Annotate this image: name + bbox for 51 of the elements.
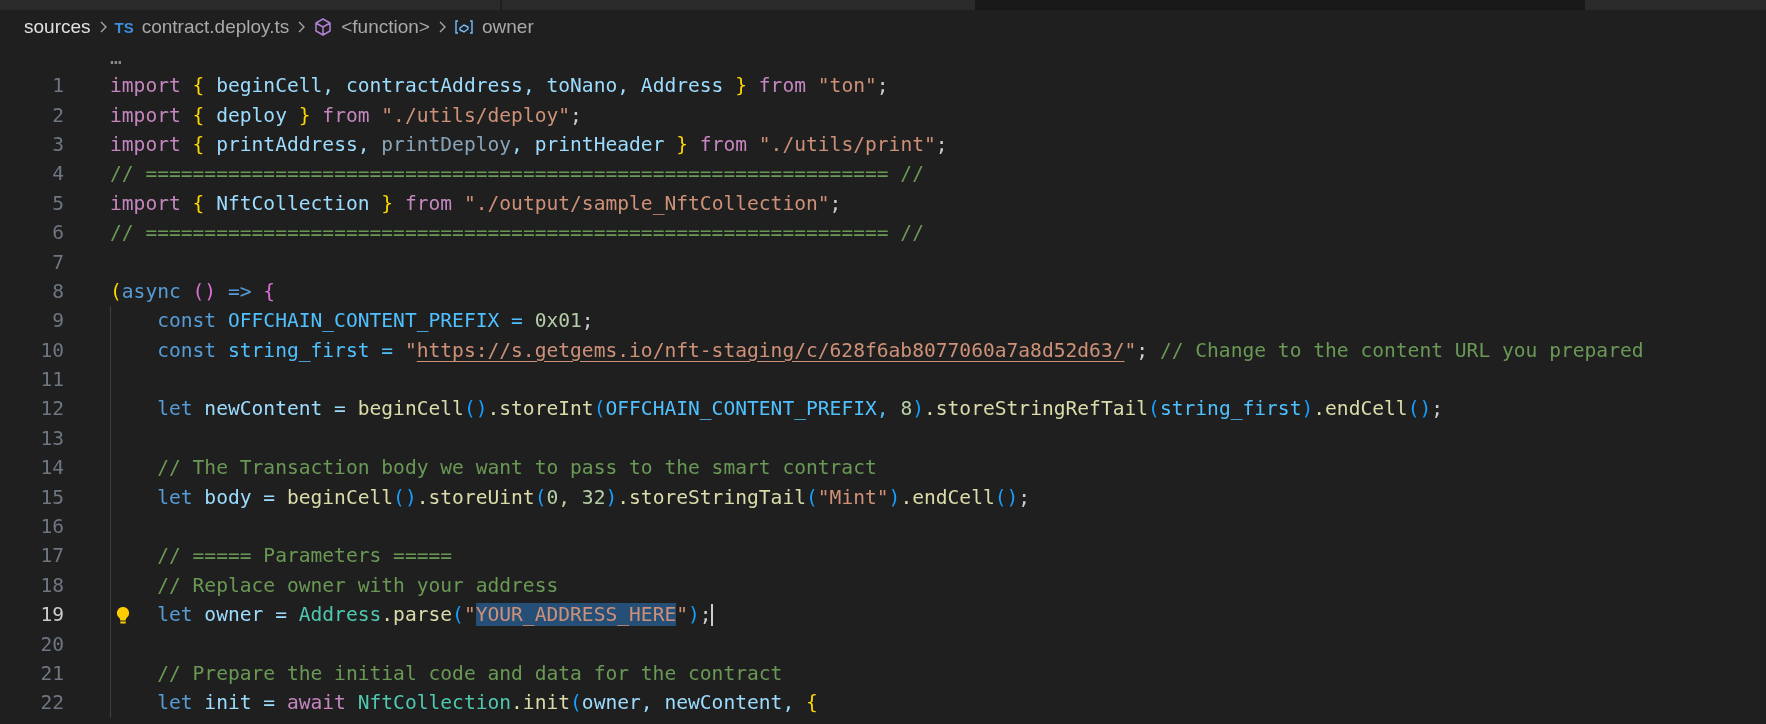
breadcrumb-item[interactable]: contract.deploy.ts [141,16,290,38]
breadcrumb-item[interactable]: <function> [341,16,430,38]
line-number: 17 [39,544,64,568]
line-number: 11 [39,368,64,392]
code-line: const string_first = "https://s.getgems.io/nft-staging/c/628f6ab8077060a7a8d52d63/"; // Change to the content URL you prepared [157,338,1644,362]
code-line: let body = beginCell().storeUint(0, 32).storeStringTail("Mint").endCell(); [157,485,1031,509]
folded-region-marker[interactable]: … [110,46,122,69]
code-line: const OFFCHAIN_CONTENT_PREFIX = 0x01; [157,309,594,333]
chevron-icon [297,21,306,33]
line-number: 13 [39,426,64,450]
code-line: // =============================================================== // [110,162,924,186]
code-line: // ===== Parameters ===== [157,544,453,568]
code-line: // Replace owner with your address [157,573,559,597]
code-line: import { NftCollection } from "./output/sample_NftCollection"; [110,191,842,215]
line-number: 9 [51,309,64,333]
line-number: 5 [51,191,64,215]
line-number: 15 [39,485,64,509]
line-number: 2 [51,103,64,127]
code-line: import { beginCell, contractAddress, toNano, Address } from "ton"; [110,74,889,98]
code-line: import { printAddress, printDeploy, printHeader } from "./utils/print"; [110,132,948,156]
lightbulb-icon[interactable] [116,606,130,627]
line-number: 10 [39,338,64,362]
chevron-icon [98,21,107,33]
line-number: 21 [39,662,64,685]
line-number: 18 [39,573,64,597]
line-number: 20 [39,632,64,656]
code-line: // =============================================================== // [110,221,924,245]
code-line: let owner = Address.parse("YOUR_ADDRESS_HERE"); [157,602,713,627]
breadcrumb-item[interactable]: owner [481,16,534,38]
code-line: let newContent = beginCell().storeInt(OFFCHAIN_CONTENT_PREFIX, 8).storeStringRefTail(string_first).endCell(); [157,397,1444,421]
line-number: 1 [51,74,64,98]
file-type-label: TS [114,18,134,36]
line-number: 19 [39,603,64,627]
code-line: // Prepare the initial code and data for the contract [157,662,783,685]
code-line: import { deploy } from "./utils/deploy"; [110,103,582,127]
chevron-icon [437,21,446,33]
cube-icon [313,17,334,37]
line-number: 6 [51,221,64,245]
line-number: 22 [39,691,64,715]
code-line: (async () => { [110,279,276,303]
breadcrumb-item[interactable]: sources [24,16,91,38]
line-number: 4 [51,162,64,186]
variable-icon [453,17,474,37]
line-number: 12 [39,397,64,421]
line-number: 7 [51,250,64,274]
code-line: // The Transaction body we want to pass to the smart contract [157,456,877,480]
code-line: let init = await NftCollection.init(owner, newContent, { [157,691,818,715]
line-number: 16 [39,515,64,539]
line-number: 3 [51,132,64,156]
line-number: 14 [39,456,64,480]
line-number: 8 [51,279,64,303]
